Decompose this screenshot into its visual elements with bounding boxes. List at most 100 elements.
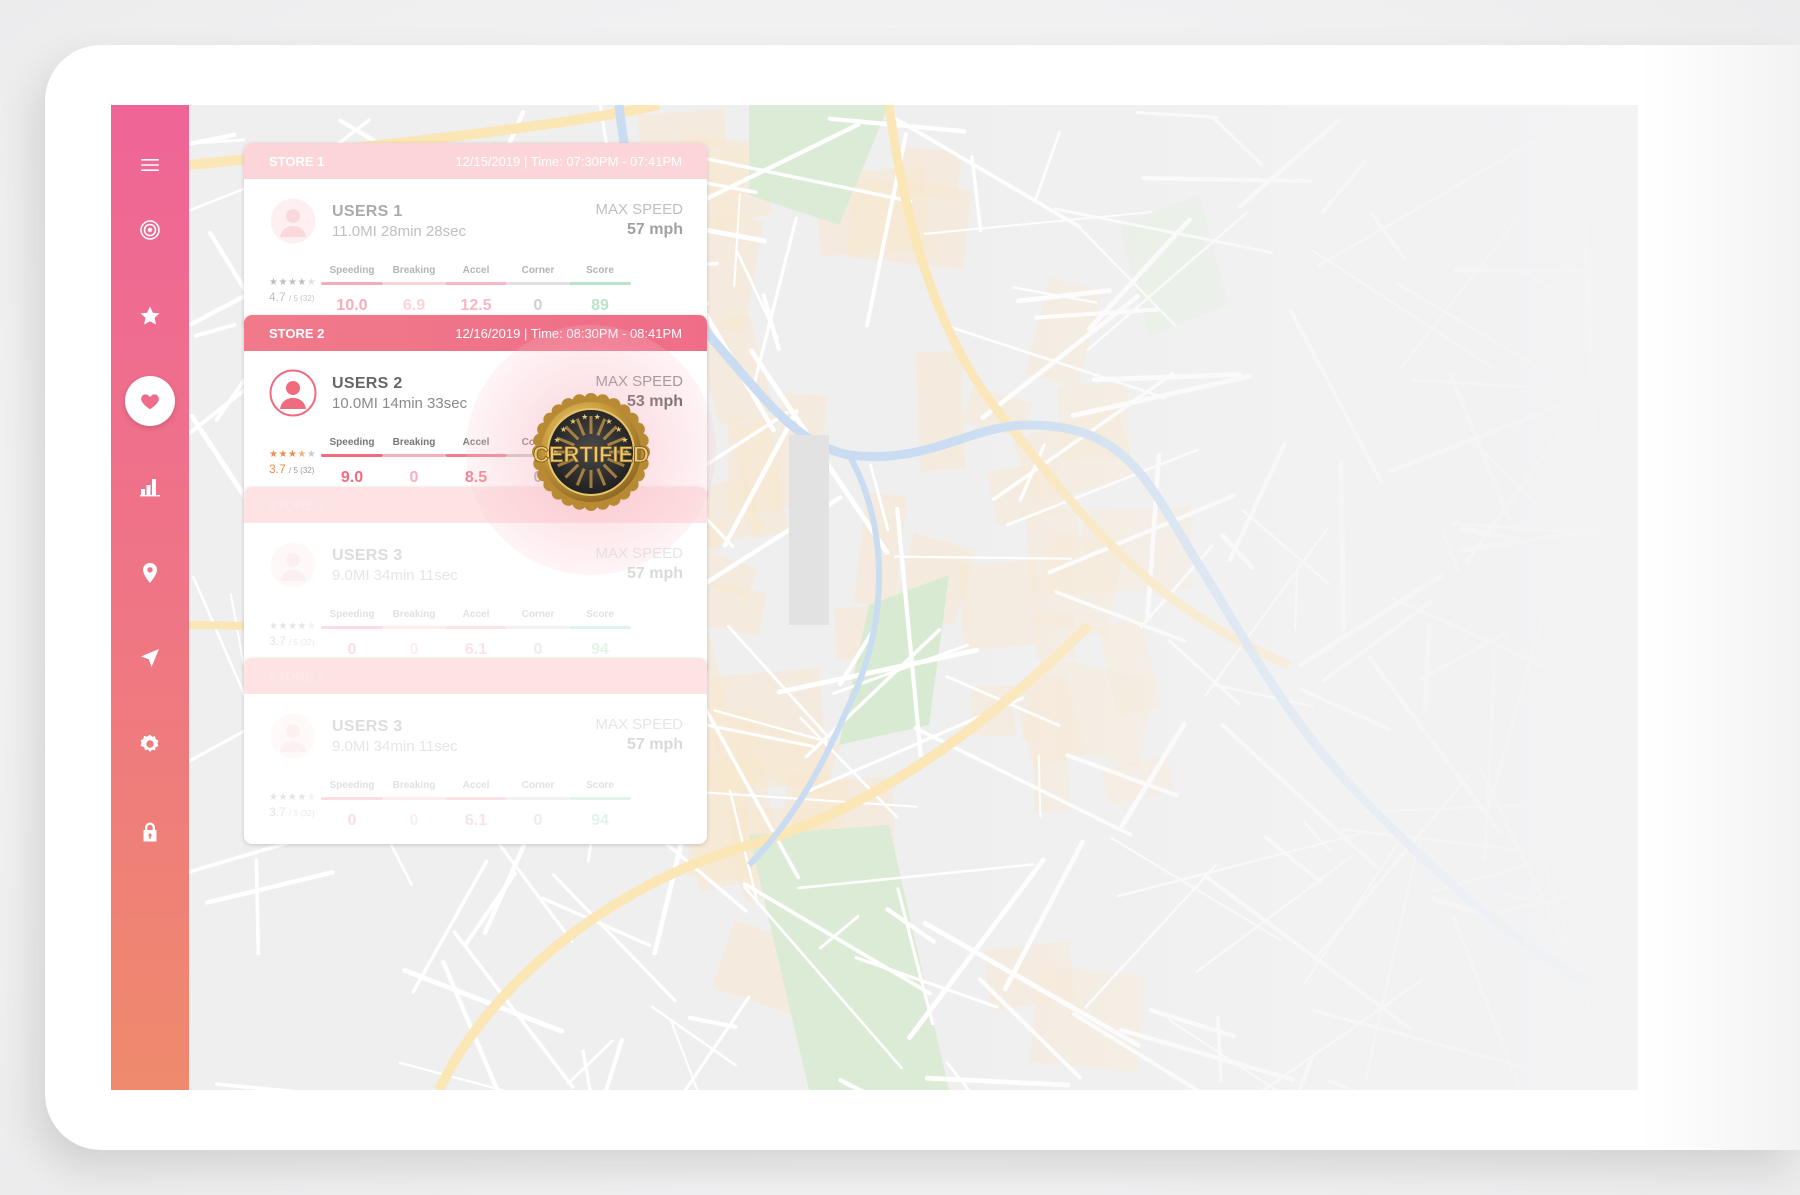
rating-star-icon: ★	[297, 449, 307, 460]
bar-chart-icon	[140, 479, 160, 497]
metric-score: Score 89	[569, 265, 631, 315]
rating-star-icon: ★	[297, 792, 307, 803]
metric-underline	[383, 282, 445, 285]
metric-value: 6.1	[464, 641, 488, 658]
sidebar-item-menu[interactable]	[111, 135, 189, 195]
trip-summary: 9.0MI 34min 11sec	[332, 738, 458, 755]
star-rating: ★★★★★	[269, 277, 316, 288]
lock-icon	[143, 822, 157, 842]
metric-score: Score 94	[569, 609, 631, 659]
rating-star-icon: ★	[306, 792, 317, 803]
metric-label: Corner	[521, 265, 555, 276]
user-name: USERS 2	[332, 375, 403, 392]
svg-text:★: ★	[569, 417, 576, 426]
menu-icon	[141, 159, 159, 171]
max-speed-value: 57 mph	[626, 221, 683, 238]
user-name: USERS 3	[332, 718, 403, 735]
trip-card[interactable]: STORE 1 12/15/2019 | Time: 07:30PM - 07:…	[244, 143, 707, 329]
rating-star-icon: ★	[306, 449, 317, 460]
metric-value: 0	[347, 641, 357, 658]
store-name: STORE 1	[269, 153, 325, 169]
rating: 3.7 / 5 (32)	[269, 462, 314, 476]
trip-card[interactable]: STORE 4 USERS 3 9.0MI 34min 11sec MAX SP…	[244, 658, 707, 844]
max-speed-value: 57 mph	[626, 736, 683, 753]
rating-value: 3.7	[269, 805, 286, 819]
trip-summary: 10.0MI 14min 33sec	[332, 395, 468, 412]
metric-value: 6.1	[464, 812, 488, 829]
rating-star-icon: ★	[287, 792, 298, 803]
card-header: STORE 1 12/15/2019 | Time: 07:30PM - 07:…	[244, 143, 707, 179]
metric-label: Corner	[521, 780, 555, 791]
metric-underline	[321, 797, 383, 800]
metric-breaking: Breaking 0	[383, 437, 445, 487]
sidebar-item-navigation[interactable]	[111, 628, 189, 688]
metric-corner: Corner 0	[507, 609, 569, 659]
settings-icon	[140, 734, 159, 752]
metric-label: Accel	[462, 780, 490, 791]
metric-underline	[507, 626, 569, 629]
metric-value: 10.0	[336, 297, 368, 314]
metric-breaking: Breaking 0	[383, 780, 445, 830]
avatar	[270, 198, 316, 244]
max-speed-label: MAX SPEED	[595, 201, 683, 218]
navigation-arrow-icon	[141, 649, 159, 667]
rating-star-icon: ★	[297, 621, 307, 632]
metric-score: Score 94	[569, 780, 631, 830]
metric-value: 9.0	[340, 469, 364, 486]
sidebar-item-location[interactable]	[111, 543, 189, 603]
rating-value: 3.7	[269, 462, 286, 476]
rating-count: / 5 (32)	[289, 809, 315, 818]
sidebar-item-favorites[interactable]	[111, 286, 189, 346]
rating-star-icon: ★	[306, 277, 317, 288]
svg-text:CERTIFIED: CERTIFIED	[533, 442, 649, 467]
metric-underline	[507, 797, 569, 800]
max-speed-value: 57 mph	[626, 565, 683, 582]
metric-label: Speeding	[329, 437, 375, 448]
sidebar	[111, 105, 189, 1090]
metric-corner: Corner 0	[507, 265, 569, 315]
metric-underline	[321, 626, 383, 629]
metric-speeding: Speeding 9.0	[321, 437, 383, 487]
star-icon	[140, 306, 160, 325]
avatar	[270, 542, 316, 588]
metric-underline	[569, 282, 631, 285]
svg-text:★: ★	[594, 413, 601, 422]
device-edge-fade	[1640, 45, 1800, 1150]
metric-underline	[445, 797, 507, 800]
trip-summary: 9.0MI 34min 11sec	[332, 567, 458, 584]
metric-accel: Accel 12.5	[445, 265, 507, 315]
sidebar-item-health[interactable]	[111, 371, 189, 431]
rating-star-icon: ★	[278, 792, 288, 803]
certified-badge: ★★★★ ★ ★ ★★★★ CERTIFIED	[532, 393, 650, 511]
rating-star-icon: ★	[278, 621, 288, 632]
metric-speeding: Speeding 0	[321, 609, 383, 659]
sidebar-item-lock[interactable]	[111, 802, 189, 862]
sidebar-item-target[interactable]	[111, 200, 189, 260]
metric-value: 89	[591, 297, 609, 314]
metric-underline	[569, 797, 631, 800]
metric-value: 94	[591, 641, 609, 658]
user-name: USERS 1	[332, 203, 403, 220]
map-fade-overlay	[938, 105, 1638, 1090]
rating-star-icon: ★	[287, 449, 298, 460]
target-icon	[140, 220, 160, 240]
sidebar-item-settings[interactable]	[111, 714, 189, 774]
metric-label: Breaking	[392, 780, 436, 791]
metric-breaking: Breaking 6.9	[383, 265, 445, 315]
metric-speeding: Speeding 10.0	[321, 265, 383, 315]
metric-label: Speeding	[329, 265, 375, 276]
rating-star-icon: ★	[278, 277, 288, 288]
sidebar-item-statistics[interactable]	[111, 457, 189, 517]
metric-value: 0	[347, 812, 357, 829]
metric-label: Score	[586, 265, 614, 276]
metric-underline	[383, 454, 445, 457]
metric-value: 6.9	[402, 297, 426, 314]
rating-star-icon: ★	[287, 621, 298, 632]
metric-label: Accel	[462, 265, 490, 276]
rating-star-icon: ★	[297, 277, 307, 288]
metric-value: 12.5	[460, 297, 492, 314]
rating-value: 4.7	[269, 290, 286, 304]
metric-label: Breaking	[392, 437, 436, 448]
metric-underline	[321, 454, 383, 457]
star-rating: ★★★★★	[269, 621, 316, 632]
